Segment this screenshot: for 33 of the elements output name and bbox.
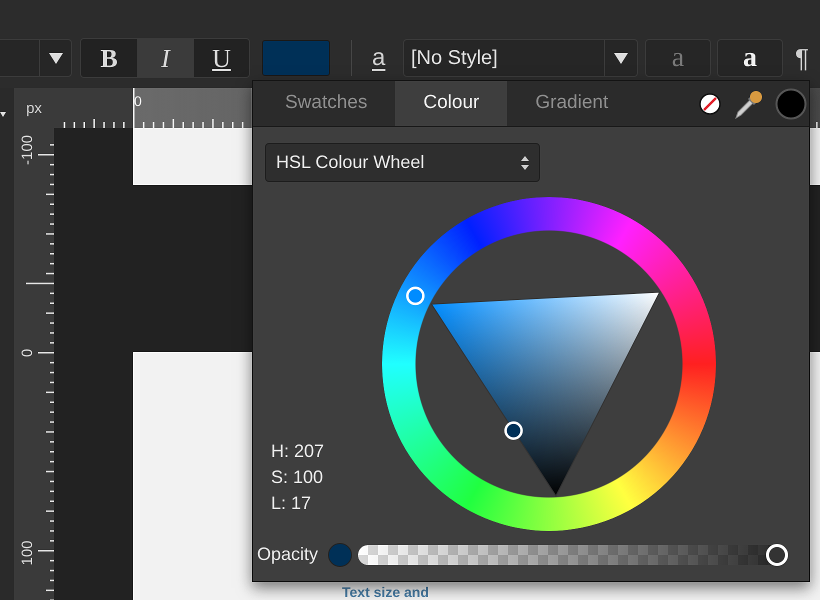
colour-triangle[interactable] bbox=[430, 292, 661, 497]
panel-tab[interactable]: Gradient bbox=[507, 81, 636, 126]
hsl-readout: S: 100 bbox=[271, 466, 324, 489]
bold-button[interactable]: B bbox=[81, 39, 137, 77]
character-button[interactable]: a bbox=[717, 39, 783, 77]
no-fill-icon[interactable] bbox=[699, 92, 721, 114]
ruler-unit: px bbox=[26, 99, 42, 119]
ruler-label: -100 bbox=[20, 134, 36, 168]
underline-button[interactable]: U bbox=[193, 39, 249, 77]
caret-icon bbox=[614, 52, 628, 64]
ruler-label: 0 bbox=[134, 92, 142, 111]
colour-mode-dropdown[interactable]: HSL Colour Wheel bbox=[265, 143, 540, 182]
hsl-readout: L: 17 bbox=[271, 492, 312, 515]
italic-button[interactable]: I bbox=[137, 39, 193, 77]
stepper-icon bbox=[521, 154, 529, 170]
text-style-icon[interactable]: a bbox=[372, 46, 392, 70]
font-dropdown[interactable] bbox=[0, 39, 72, 77]
ruler-label: 100 bbox=[20, 539, 36, 568]
canvas-text: Text size and bbox=[342, 584, 429, 600]
opacity-label: Opacity bbox=[257, 543, 318, 566]
style-dropdown[interactable]: [No Style] bbox=[403, 39, 638, 77]
panel-tab[interactable]: Colour bbox=[395, 81, 508, 126]
panel-tab[interactable]: Swatches bbox=[257, 81, 396, 126]
colour-swatch[interactable] bbox=[262, 40, 330, 76]
hsl-readout: H: 207 bbox=[271, 440, 324, 463]
hue-handle[interactable] bbox=[406, 286, 425, 306]
ruler-label: 0 bbox=[20, 348, 36, 360]
slider-thumb[interactable] bbox=[766, 544, 788, 566]
colour-handle[interactable] bbox=[504, 421, 523, 440]
caret-icon[interactable] bbox=[0, 112, 6, 118]
caret-icon bbox=[48, 52, 62, 64]
colour-circle-icon[interactable] bbox=[775, 88, 807, 120]
pilcrow-button[interactable]: ¶ bbox=[795, 38, 809, 78]
